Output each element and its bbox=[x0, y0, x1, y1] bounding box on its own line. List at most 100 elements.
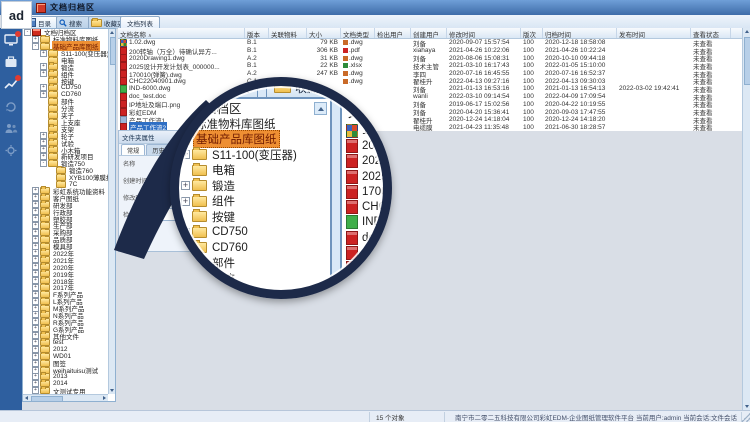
expander-icon[interactable]: - bbox=[32, 43, 39, 50]
cell-archived: 2020-12-18 18:58:08 bbox=[543, 39, 617, 46]
tab-history[interactable]: 历史 bbox=[146, 144, 170, 155]
settings-gear-icon[interactable] bbox=[4, 144, 18, 157]
cell-revision: 100 bbox=[521, 109, 543, 116]
column-header-10[interactable]: 归档时间 bbox=[543, 28, 617, 38]
magnified-file-item: 2025 bbox=[342, 169, 384, 184]
column-header-4[interactable]: 大小 bbox=[307, 28, 341, 38]
cell-archived: 2021-04-26 10:22:24 bbox=[543, 47, 617, 54]
favorites-folder-icon bbox=[91, 19, 102, 27]
file-icon bbox=[346, 154, 358, 168]
expander-icon[interactable]: - bbox=[40, 160, 47, 167]
property-input[interactable]: 基础产品库图纸 bbox=[161, 157, 323, 170]
file-name: IND-6000.dwg bbox=[129, 85, 171, 92]
cell-archived: 2020-04-22 10:19:55 bbox=[543, 101, 617, 108]
cell-version: A.2 bbox=[245, 70, 269, 77]
tree-item[interactable]: 按键 bbox=[23, 77, 108, 84]
file-name: doc_ bbox=[362, 232, 384, 244]
cell-revision: 100 bbox=[521, 116, 543, 123]
properties-tabs: 常规 历史 bbox=[119, 144, 331, 156]
file-type-icon bbox=[343, 79, 348, 84]
magnified-file-item: IND- bbox=[342, 215, 384, 230]
magnified-file-item: 1700 bbox=[342, 184, 384, 199]
folder-tree: -文档归档区+标准物料库图纸-基础产品库图纸+S11-100(变压器)电箱+锻造… bbox=[23, 29, 108, 394]
notification-badge bbox=[15, 75, 21, 81]
sync-icon[interactable] bbox=[4, 100, 18, 113]
column-header-2[interactable]: 版本 bbox=[245, 28, 269, 38]
object-count: 15 个对象 bbox=[370, 412, 445, 422]
folder-properties-panel: 文件夹属性 常规 历史 名称基础产品库图纸创建时间修改时间2020检出用户 bbox=[118, 130, 332, 252]
status-info: 南宁市二零二五科技有限公司彩虹EDM-企业图纸管理软件平台 当前用户:admin… bbox=[445, 412, 742, 422]
property-input[interactable] bbox=[161, 174, 323, 187]
cell-modified: 2020-07-16 16:45:55 bbox=[447, 70, 521, 77]
expander-icon[interactable]: - bbox=[24, 29, 31, 36]
tree-item[interactable]: XYB100薄膜报头V2.0 图纸 bbox=[23, 174, 108, 181]
property-row: 名称 基础产品库图纸 bbox=[119, 157, 331, 171]
tree-item-label: 文测试专用 bbox=[52, 386, 87, 394]
magnified-file-item: IP地 bbox=[342, 245, 384, 260]
expander-icon[interactable]: + bbox=[32, 387, 39, 394]
column-header-11[interactable]: 发布时间 bbox=[617, 28, 691, 38]
cell-revision: 100 bbox=[521, 47, 543, 54]
property-input[interactable]: 2020 bbox=[161, 191, 323, 204]
cell-type: .dwg bbox=[341, 55, 375, 62]
column-header-3[interactable]: 关联物料 bbox=[269, 28, 307, 38]
tree-horizontal-scrollbar[interactable] bbox=[23, 394, 108, 401]
resize-grip[interactable] bbox=[742, 412, 750, 422]
file-type-icon bbox=[343, 56, 348, 61]
desktop-icon[interactable] bbox=[4, 34, 18, 47]
magnified-file-item: CHC2 bbox=[342, 199, 384, 214]
property-row: 修改时间2020 bbox=[119, 191, 331, 205]
property-label: 检出用户 bbox=[123, 210, 148, 219]
tree-vertical-scrollbar[interactable] bbox=[108, 29, 115, 394]
app-icon bbox=[36, 3, 46, 13]
file-name: 200 bbox=[362, 140, 381, 152]
table-row[interactable]: IND-6000.dwg刘备2021-01-13 16:53:161002021… bbox=[118, 85, 742, 93]
file-icon bbox=[346, 246, 358, 260]
column-header-6[interactable]: 检出用户 bbox=[375, 28, 411, 38]
cell-revision: 100 bbox=[521, 39, 543, 46]
document-table: 文档名称∧版本关联物料大小文档类型检出用户创建用户修改时间版次归档时间发布时间查… bbox=[118, 28, 742, 131]
file-type-ext: .dwg bbox=[349, 39, 363, 46]
tree-item[interactable]: +CD750 bbox=[23, 84, 108, 91]
property-label: 名称 bbox=[123, 159, 135, 168]
expander-icon[interactable]: + bbox=[40, 70, 47, 77]
tree-item[interactable]: + 文测试专用 bbox=[23, 387, 108, 394]
toolbar-strip: 目录 搜索 收藏夹 文档列表 bbox=[22, 15, 750, 29]
brand-logo: ad bbox=[1, 1, 32, 29]
cell-version: C.1 bbox=[245, 78, 269, 85]
magnified-file-item: 2020 bbox=[342, 154, 384, 169]
column-header-5[interactable]: 文档类型 bbox=[341, 28, 375, 38]
table-vertical-scrollbar[interactable] bbox=[742, 28, 750, 410]
tree-item[interactable]: -锻造750 bbox=[23, 160, 108, 167]
chart-icon[interactable] bbox=[4, 78, 18, 91]
expander-icon[interactable]: + bbox=[40, 50, 47, 57]
column-header-8[interactable]: 修改时间 bbox=[447, 28, 521, 38]
property-row: 检出用户 bbox=[119, 208, 331, 222]
tree-item[interactable]: +weihaituisu测试 bbox=[23, 367, 108, 374]
tab-general[interactable]: 常规 bbox=[121, 144, 145, 155]
cell-modified: 2021-01-13 16:53:16 bbox=[447, 85, 521, 92]
archive-box-icon[interactable] bbox=[4, 56, 18, 69]
tree-item[interactable]: +2012 bbox=[23, 346, 108, 353]
magnified-file-item: 200 bbox=[342, 138, 384, 153]
column-header-7[interactable]: 创建用户 bbox=[411, 28, 447, 38]
property-input[interactable] bbox=[161, 208, 323, 221]
expander-icon[interactable]: + bbox=[40, 91, 47, 98]
magnified-file-list: 1.200202020251700CHC2IND-doc_IP地彩 bbox=[342, 123, 384, 276]
cell-archived: 2022-01-05 15:10:00 bbox=[543, 62, 617, 69]
file-name: 1700 bbox=[362, 186, 384, 198]
tab-search[interactable]: 搜索 bbox=[56, 16, 92, 28]
app-window: 文档归档区 ad 目录 搜索 bbox=[0, 0, 750, 422]
file-name: 2025 bbox=[362, 171, 384, 183]
cell-archived: 2020-10-10 09:44:18 bbox=[543, 55, 617, 62]
table-body: 1.02.dwgB.179 KB.dwg刘备2020-09-07 15:57:5… bbox=[118, 39, 742, 131]
tree-item[interactable]: +其他文件 bbox=[23, 332, 108, 339]
column-header-12[interactable]: 查看状态 bbox=[691, 28, 731, 38]
column-header-9[interactable]: 版次 bbox=[521, 28, 543, 38]
cell-type: .dwg bbox=[341, 78, 375, 85]
column-header-1[interactable]: 文档名称∧ bbox=[118, 28, 245, 38]
property-row: 创建时间 bbox=[119, 174, 331, 188]
users-icon[interactable] bbox=[4, 122, 18, 135]
magnified-file-item: 彩 bbox=[342, 261, 384, 276]
cell-modified: 2020-12-24 14:18:04 bbox=[447, 116, 521, 123]
